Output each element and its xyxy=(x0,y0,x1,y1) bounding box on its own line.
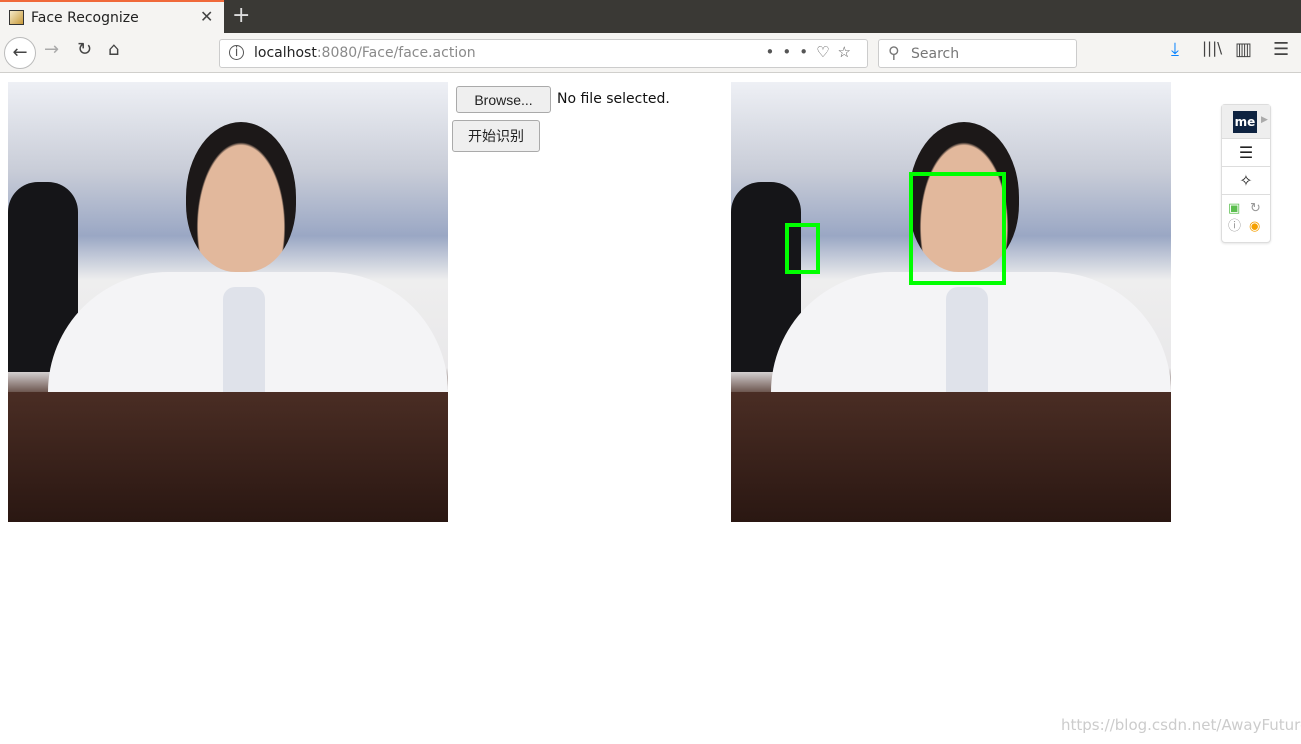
home-icon[interactable]: ⌂ xyxy=(108,39,119,60)
face-detection-box xyxy=(785,223,820,274)
url-bar[interactable]: i localhost:8080/Face/face.action •••♡☆ xyxy=(219,39,868,68)
url-host: localhost xyxy=(254,45,317,61)
widget-tools: ▣ ↻ ⓘ ◉ xyxy=(1222,194,1270,242)
nav-bar: ← → ↻ ⌂ i localhost:8080/Face/face.actio… xyxy=(0,33,1301,73)
info-icon[interactable]: i xyxy=(229,45,244,60)
url-text: localhost:8080/Face/face.action xyxy=(254,45,476,61)
magic-wand-icon[interactable]: ✧ xyxy=(1222,166,1270,194)
search-input[interactable]: ⚲ Search xyxy=(878,39,1077,68)
search-icon: ⚲ xyxy=(888,43,900,62)
result-image xyxy=(731,82,1171,522)
tab-bar: Face Recognize ✕ + xyxy=(0,0,1301,33)
expand-arrow-icon[interactable]: ▶ xyxy=(1261,115,1268,125)
tab-title: Face Recognize xyxy=(31,10,139,26)
watermark: https://blog.csdn.net/AwayFuture xyxy=(1061,716,1301,734)
back-icon[interactable]: ← xyxy=(4,37,36,69)
menu-icon[interactable]: ☰ xyxy=(1273,39,1289,60)
sidebar-icon[interactable]: ▥ xyxy=(1235,39,1252,60)
recognize-button[interactable]: 开始识别 xyxy=(452,120,540,152)
face-detection-box xyxy=(909,172,1006,285)
file-status: No file selected. xyxy=(557,91,670,107)
pocket-icon[interactable]: ♡ xyxy=(816,43,837,61)
page-actions[interactable]: •••♡☆ xyxy=(766,43,859,61)
source-image xyxy=(8,82,448,522)
library-icon[interactable]: |||\ xyxy=(1202,39,1222,57)
extension-widget: me ▶ ☰ ✧ ▣ ↻ ⓘ ◉ xyxy=(1221,104,1271,243)
url-path: :8080/Face/face.action xyxy=(316,45,476,61)
download-icon[interactable]: ⤓ xyxy=(1171,39,1179,60)
new-tab-icon[interactable]: + xyxy=(232,3,250,28)
tab-face-recognize[interactable]: Face Recognize ✕ xyxy=(0,0,224,33)
close-tab-icon[interactable]: ✕ xyxy=(200,7,213,26)
bookmark-star-icon[interactable]: ☆ xyxy=(838,43,859,61)
eye-icon[interactable]: ◉ xyxy=(1249,213,1260,241)
reload-icon[interactable]: ↻ xyxy=(77,39,92,60)
more-icon[interactable]: ••• xyxy=(766,43,817,61)
browse-button[interactable]: Browse... xyxy=(456,86,551,113)
forward-icon[interactable]: → xyxy=(44,39,59,60)
me-logo-button[interactable]: me ▶ xyxy=(1222,105,1270,138)
me-logo: me xyxy=(1233,111,1257,133)
tomcat-favicon-icon xyxy=(9,10,24,25)
search-placeholder: Search xyxy=(911,46,960,62)
alert-icon[interactable]: ⓘ xyxy=(1228,213,1241,241)
menu-lines-icon[interactable]: ☰ xyxy=(1222,138,1270,166)
